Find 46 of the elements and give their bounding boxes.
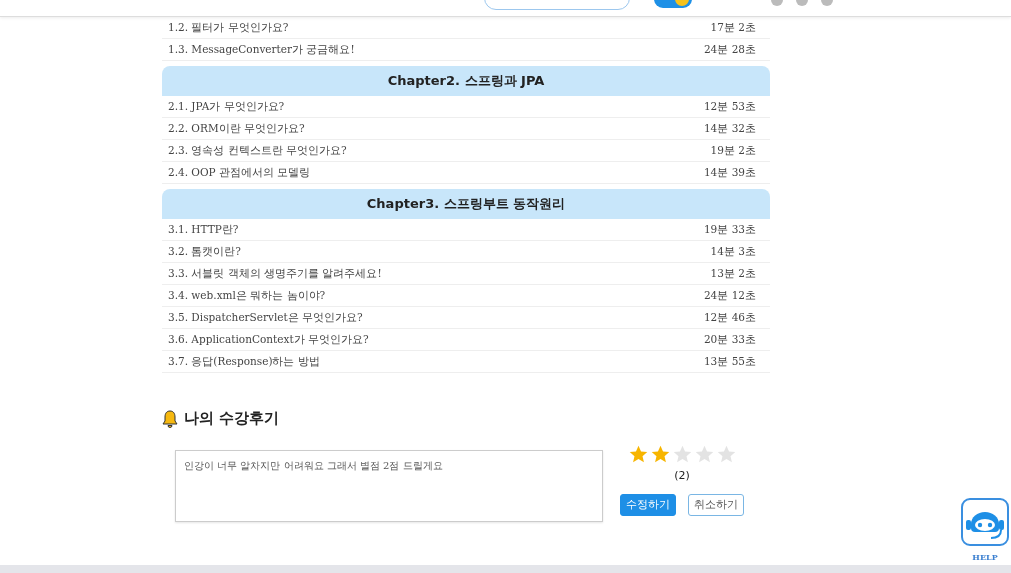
- lesson-duration: 14분 39초: [703, 165, 756, 180]
- lesson-title: 3.7. 응답(Response)하는 방법: [168, 354, 320, 369]
- lesson-title: 2.3. 영속성 컨텍스트란 무엇인가요?: [168, 143, 347, 158]
- lesson-row[interactable]: 3.5. DispatcherServlet은 무엇인가요? 12분 46초: [162, 307, 770, 329]
- lesson-duration: 14분 32초: [703, 121, 756, 136]
- lesson-title: 3.1. HTTP란?: [168, 222, 239, 237]
- lesson-duration: 24분 12초: [703, 288, 756, 303]
- lesson-row[interactable]: 1.2. 필터가 무엇인가요? 17분 2초: [162, 17, 770, 39]
- review-text-field[interactable]: 인강이 너무 알차지만 어려워요 그래서 별점 2점 드릴게요: [175, 450, 603, 522]
- lesson-title: 2.4. OOP 관점에서의 모델링: [168, 165, 311, 180]
- lesson-row[interactable]: 3.4. web.xml은 뭐하는 놈이야? 24분 12초: [162, 285, 770, 307]
- lesson-duration: 20분 33초: [703, 332, 756, 347]
- lesson-title: 3.5. DispatcherServlet은 무엇인가요?: [168, 310, 363, 325]
- lesson-duration: 14분 3초: [710, 244, 756, 259]
- section-title: 나의 수강후기: [184, 409, 280, 428]
- lesson-title: 2.1. JPA가 무엇인가요?: [168, 99, 285, 114]
- lesson-row[interactable]: 3.6. ApplicationContext가 무엇인가요? 20분 33초: [162, 329, 770, 351]
- help-label: HELP: [972, 552, 998, 562]
- lesson-row[interactable]: 2.2. ORM이란 무엇인가요? 14분 32초: [162, 118, 770, 140]
- lesson-title: 1.3. MessageConverter가 궁금해요!: [168, 42, 355, 57]
- lesson-title: 3.4. web.xml은 뭐하는 놈이야?: [168, 288, 326, 303]
- lesson-row[interactable]: 2.3. 영속성 컨텍스트란 무엇인가요? 19분 2초: [162, 140, 770, 162]
- lesson-duration: 13분 55초: [703, 354, 756, 369]
- chapter-header[interactable]: Chapter2. 스프링과 JPA: [162, 66, 770, 96]
- lesson-title: 3.6. ApplicationContext가 무엇인가요?: [168, 332, 369, 347]
- lesson-duration: 13분 2초: [710, 266, 756, 281]
- chapter-header[interactable]: Chapter3. 스프링부트 동작원리: [162, 189, 770, 219]
- lesson-duration: 24분 28초: [703, 42, 756, 57]
- lesson-row[interactable]: 3.2. 톰캣이란? 14분 3초: [162, 241, 770, 263]
- lesson-row[interactable]: 3.3. 서블릿 객체의 생명주기를 알려주세요! 13분 2초: [162, 263, 770, 285]
- lesson-row[interactable]: 3.7. 응답(Response)하는 방법 13분 55초: [162, 351, 770, 373]
- lesson-row[interactable]: 2.1. JPA가 무엇인가요? 12분 53초: [162, 96, 770, 118]
- lesson-row[interactable]: 2.4. OOP 관점에서의 모델링 14분 39초: [162, 162, 770, 184]
- lesson-duration: 19분 33초: [703, 222, 756, 237]
- rating-count: (2): [674, 469, 690, 482]
- lesson-title: 2.2. ORM이란 무엇인가요?: [168, 121, 305, 136]
- lesson-title: 3.2. 톰캣이란?: [168, 244, 241, 259]
- lesson-duration: 12분 46초: [703, 310, 756, 325]
- lesson-duration: 12분 53초: [703, 99, 756, 114]
- lesson-row[interactable]: 3.1. HTTP란? 19분 33초: [162, 219, 770, 241]
- lesson-duration: 19분 2초: [710, 143, 756, 158]
- cancel-button[interactable]: 취소하기: [688, 494, 744, 516]
- lesson-duration: 17분 2초: [710, 20, 756, 35]
- lesson-title: 3.3. 서블릿 객체의 생명주기를 알려주세요!: [168, 266, 382, 281]
- lesson-title: 1.2. 필터가 무엇인가요?: [168, 20, 289, 35]
- lesson-row[interactable]: 1.3. MessageConverter가 궁금해요! 24분 28초: [162, 39, 770, 61]
